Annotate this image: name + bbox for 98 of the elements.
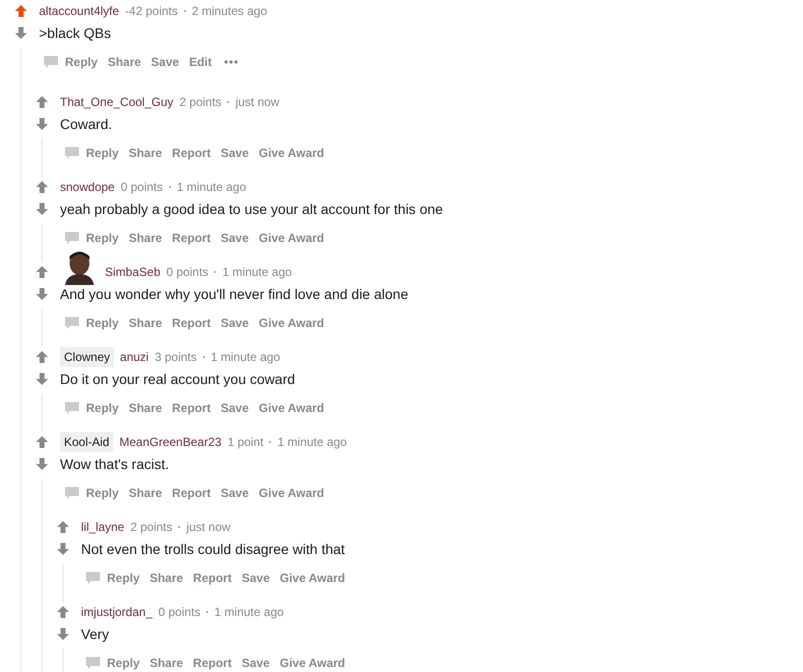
reply-button[interactable]: Reply bbox=[60, 482, 123, 504]
downvote-icon[interactable] bbox=[34, 202, 48, 216]
downvote-icon[interactable] bbox=[34, 372, 48, 386]
comment-icon bbox=[64, 401, 80, 415]
reply-button[interactable]: Reply bbox=[60, 227, 123, 249]
comment-text: Do it on your real account you coward bbox=[60, 370, 296, 389]
username-link[interactable]: MeanGreenBear23 bbox=[119, 433, 222, 451]
downvote-icon[interactable] bbox=[34, 117, 48, 131]
comment-text: Wow that's racist. bbox=[60, 454, 170, 474]
comment-text: And you wonder why you'll never find love and die alone bbox=[60, 284, 408, 304]
timestamp: just now bbox=[235, 94, 280, 111]
downvote-icon[interactable] bbox=[34, 457, 48, 471]
reply-button[interactable]: Reply bbox=[60, 142, 123, 164]
timestamp: 1 minute ago bbox=[277, 434, 347, 451]
upvote-icon[interactable] bbox=[34, 435, 48, 449]
action-button[interactable]: Report bbox=[189, 567, 236, 589]
reply-button[interactable]: Reply bbox=[39, 51, 102, 73]
reply-button[interactable]: Reply bbox=[60, 312, 123, 334]
timestamp: 1 minute ago bbox=[210, 349, 280, 366]
action-button[interactable]: Share bbox=[104, 51, 146, 73]
points-text: 1 point bbox=[227, 434, 264, 451]
user-flair: Kool-Aid bbox=[60, 432, 114, 452]
timestamp: 1 minute ago bbox=[214, 604, 284, 621]
action-button[interactable]: Save bbox=[216, 227, 253, 249]
action-button[interactable]: Share bbox=[146, 652, 188, 672]
reply-button[interactable]: Reply bbox=[81, 652, 144, 672]
action-button[interactable]: Report bbox=[168, 312, 215, 334]
downvote-icon[interactable] bbox=[56, 627, 70, 641]
action-button[interactable]: Save bbox=[238, 652, 274, 672]
action-button[interactable]: Share bbox=[146, 567, 188, 589]
username-link[interactable]: lil_layne bbox=[81, 518, 124, 536]
action-button[interactable]: Share bbox=[124, 312, 166, 334]
downvote-icon[interactable] bbox=[34, 287, 48, 301]
points-text: 2 points bbox=[130, 519, 172, 536]
more-icon bbox=[224, 60, 238, 64]
comment-text: yeah probably a good idea to use your alt account for this one bbox=[60, 200, 443, 219]
username-link[interactable]: altaccount4lyfe bbox=[39, 2, 120, 20]
action-button[interactable]: Save bbox=[216, 312, 253, 334]
user-flair: Clowney bbox=[60, 347, 114, 367]
action-button[interactable]: Report bbox=[168, 397, 215, 419]
action-button[interactable]: Report bbox=[168, 482, 215, 504]
comment-text: Coward. bbox=[60, 114, 114, 134]
comment-icon bbox=[64, 316, 80, 330]
username-link[interactable]: That_One_Cool_Guy bbox=[60, 93, 174, 111]
action-button[interactable]: Give Award bbox=[276, 567, 350, 589]
username-link[interactable]: snowdope bbox=[60, 178, 115, 196]
action-button[interactable]: Save bbox=[238, 567, 274, 589]
upvote-icon[interactable] bbox=[34, 265, 48, 279]
timestamp: 1 minute ago bbox=[176, 179, 246, 196]
comment-icon bbox=[64, 231, 80, 245]
action-button[interactable]: Save bbox=[147, 51, 184, 73]
comment-text: Very bbox=[81, 624, 110, 644]
action-button[interactable]: Give Award bbox=[254, 397, 328, 419]
action-button[interactable]: Share bbox=[124, 142, 166, 164]
reply-button[interactable]: Reply bbox=[81, 567, 144, 589]
action-button[interactable]: Report bbox=[189, 652, 236, 672]
comment-text: >black QBs bbox=[39, 24, 112, 43]
timestamp: 1 minute ago bbox=[222, 264, 292, 281]
points-text: 0 points bbox=[166, 264, 208, 281]
action-button[interactable]: Give Award bbox=[254, 227, 328, 249]
action-button[interactable]: Share bbox=[124, 397, 166, 419]
upvote-icon[interactable] bbox=[34, 180, 48, 194]
upvote-icon[interactable] bbox=[56, 605, 70, 619]
comment-icon bbox=[85, 571, 101, 585]
username-link[interactable]: anuzi bbox=[120, 348, 149, 366]
action-button[interactable]: Save bbox=[216, 142, 253, 164]
action-button[interactable]: Share bbox=[124, 227, 166, 249]
username-link[interactable]: imjustjordan_ bbox=[81, 603, 152, 621]
points-text: 0 points bbox=[120, 179, 163, 196]
timestamp: 2 minutes ago bbox=[192, 3, 268, 20]
upvote-icon[interactable] bbox=[34, 95, 48, 109]
reply-button[interactable]: Reply bbox=[60, 397, 123, 419]
action-button[interactable]: Give Award bbox=[276, 652, 350, 672]
action-button[interactable]: Edit bbox=[185, 51, 216, 73]
points-text: 0 points bbox=[158, 604, 200, 621]
comment-icon bbox=[64, 486, 80, 500]
timestamp: just now bbox=[186, 519, 230, 536]
comment-icon bbox=[43, 55, 59, 69]
action-button[interactable]: Report bbox=[168, 142, 215, 164]
upvote-icon[interactable] bbox=[34, 350, 48, 364]
upvote-icon[interactable] bbox=[56, 520, 70, 534]
comment-icon bbox=[85, 656, 101, 670]
action-button[interactable]: Save bbox=[216, 397, 253, 419]
comment-icon bbox=[64, 146, 80, 160]
upvote-icon[interactable] bbox=[14, 4, 28, 18]
comment-text: Not even the trolls could disagree with that bbox=[81, 540, 346, 559]
action-button[interactable]: Give Award bbox=[254, 312, 328, 334]
action-button[interactable]: Give Award bbox=[254, 482, 328, 504]
points-text: 3 points bbox=[154, 349, 197, 366]
points-text: -42 points bbox=[125, 3, 178, 20]
points-text: 2 points bbox=[179, 94, 222, 111]
action-button[interactable]: Save bbox=[216, 482, 253, 504]
username-link[interactable]: SimbaSeb bbox=[105, 263, 160, 281]
downvote-icon[interactable] bbox=[56, 542, 70, 556]
downvote-icon[interactable] bbox=[14, 26, 28, 40]
action-button[interactable]: Share bbox=[124, 482, 166, 504]
action-button[interactable]: Give Award bbox=[254, 142, 328, 164]
action-button[interactable]: Report bbox=[168, 227, 215, 249]
